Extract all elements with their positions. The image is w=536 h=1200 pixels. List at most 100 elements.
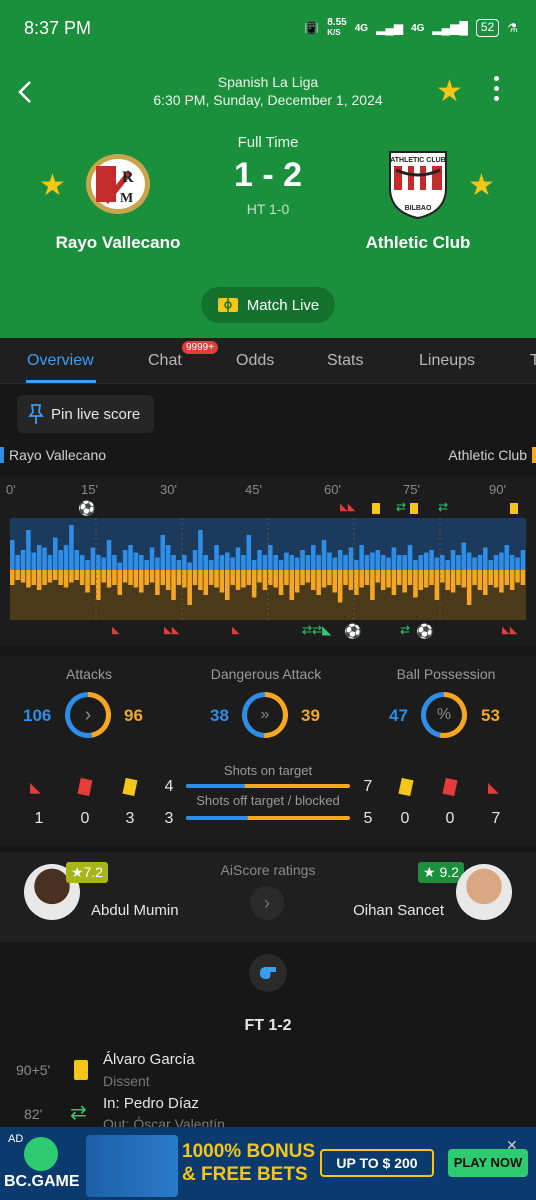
minute-45: 45' <box>245 482 262 497</box>
ratings-panel[interactable]: AiScore ratings ★7.2 Abdul Mumin › Oihan… <box>0 852 536 942</box>
away-player-rating: ★ 9.2 <box>418 862 464 883</box>
ad-close-icon[interactable]: ✕ <box>506 1137 518 1154</box>
tab-bar: Overview Chat 9999+ Odds Stats Lineups T <box>0 338 536 384</box>
away-momentum-bar <box>155 570 160 595</box>
tab-lineups[interactable]: Lineups <box>419 352 475 370</box>
tab-overview[interactable]: Overview <box>27 352 94 370</box>
away-favorite-star-icon[interactable]: ★ <box>468 168 495 203</box>
home-momentum-bar <box>332 557 338 570</box>
away-momentum-bar <box>429 570 434 585</box>
percent-icon: % <box>426 697 462 733</box>
pitch-icon <box>217 298 238 312</box>
home-momentum-bar <box>316 555 321 570</box>
tab-more[interactable]: T <box>530 352 536 370</box>
event-player[interactable]: Álvaro García <box>103 1051 195 1068</box>
home-momentum-bar <box>53 537 58 570</box>
corner-flag-icon: ◣ <box>112 625 120 636</box>
away-team-name[interactable]: Athletic Club <box>318 233 518 253</box>
away-momentum-bar <box>284 570 289 585</box>
home-momentum-bar <box>225 552 230 570</box>
home-momentum-bar <box>515 557 520 570</box>
home-momentum-bar <box>370 552 375 570</box>
ad-banner[interactable]: AD BC.GAME 1000% BONUS & FREE BETS UP TO… <box>0 1127 536 1200</box>
away-momentum-bar <box>268 570 273 585</box>
chat-count-badge: 9999+ <box>182 341 219 354</box>
away-momentum-bar <box>31 570 37 585</box>
battery-indicator: 52 <box>475 19 500 37</box>
athletic-club-crest-icon: ATHLETIC CLUB BILBAO <box>389 151 447 220</box>
home-momentum-bar <box>504 545 510 570</box>
chevron-right-icon: › <box>70 697 106 733</box>
home-momentum-bar <box>171 555 176 570</box>
away-momentum-bar <box>101 570 106 583</box>
goal-ball-icon: ⚽ <box>344 623 362 639</box>
tab-stats[interactable]: Stats <box>327 352 363 370</box>
home-momentum-bar <box>397 555 402 570</box>
home-momentum-bar <box>477 555 483 570</box>
away-momentum-bar <box>96 570 101 600</box>
possession-away: 53 <box>481 706 500 725</box>
shots-on-home-fill <box>186 784 246 788</box>
away-momentum-bar <box>187 570 192 605</box>
substitution-icon: ⇄ <box>400 623 411 637</box>
away-momentum-bar <box>445 570 450 590</box>
shots-off-bar <box>186 816 350 820</box>
home-momentum-bar <box>440 555 445 570</box>
away-momentum-bar <box>354 570 359 595</box>
signal-icon-2: ▂▄▆█ <box>432 21 468 35</box>
yellow-card-icon <box>510 503 518 514</box>
yellow-card-icon <box>410 503 418 514</box>
away-momentum-bar <box>423 570 429 588</box>
away-corner-icon: ◣ <box>488 779 499 795</box>
dangerous-ring: » <box>242 692 288 738</box>
home-momentum-bar <box>289 555 295 570</box>
favorite-star-icon[interactable]: ★ <box>436 74 463 109</box>
away-momentum-bar <box>397 570 402 585</box>
away-momentum-bar <box>402 570 407 593</box>
home-momentum-bar <box>42 547 47 570</box>
home-team-name[interactable]: Rayo Vallecano <box>18 233 218 253</box>
home-momentum-bar <box>235 547 241 570</box>
away-momentum-bar <box>364 570 370 585</box>
home-momentum-bar <box>85 560 90 570</box>
corner-flag-icon: ◣◣ <box>340 502 356 513</box>
status-bar: 8:37 PM 📳 8.55 K/S 4G ▂▄▆ 4G ▂▄▆█ 52 ⚗ <box>0 0 536 60</box>
yellow-card-icon <box>372 503 380 514</box>
substitution-icon: ⇄⇄◣ <box>302 623 332 637</box>
home-momentum-bar <box>20 550 26 570</box>
ratings-chevron-icon[interactable]: › <box>250 886 284 920</box>
home-momentum-bar <box>300 550 305 570</box>
match-live-button[interactable]: Match Live <box>201 287 335 323</box>
away-momentum-bar <box>488 570 493 585</box>
away-momentum-bar <box>122 570 128 583</box>
away-momentum-bar <box>26 570 31 588</box>
ad-brand: BC.GAME <box>4 1173 80 1190</box>
tab-chat[interactable]: Chat <box>148 352 182 370</box>
more-options-icon[interactable] <box>494 76 500 101</box>
away-momentum-bar <box>208 570 214 585</box>
events-list: FT 1-2 90+5' Álvaro García Dissent 82' ⇄… <box>0 942 536 1132</box>
away-momentum-bar <box>380 570 386 590</box>
attacks-home: 106 <box>23 706 52 725</box>
home-momentum-bar <box>327 552 332 570</box>
substitution-icon: ⇄ <box>438 500 449 514</box>
away-momentum-bar <box>144 570 149 585</box>
home-shots-off: 3 <box>164 810 174 827</box>
away-momentum-bar <box>499 570 504 593</box>
home-momentum-bar <box>182 555 187 570</box>
away-momentum-bar <box>472 570 477 585</box>
event-player[interactable]: In: Pedro Díaz <box>103 1095 199 1112</box>
away-momentum-bar <box>106 570 112 588</box>
home-momentum-bar <box>418 555 424 570</box>
home-momentum-bar <box>176 560 182 570</box>
minute-30: 30' <box>160 482 177 497</box>
away-red-count: 0 <box>445 810 455 827</box>
home-player-rating: ★7.2 <box>66 862 109 883</box>
shots-on-label: Shots on target <box>223 763 313 778</box>
home-momentum-bar <box>112 555 117 570</box>
pin-live-score-button[interactable]: Pin live score <box>17 395 154 433</box>
away-momentum-bar <box>36 570 42 590</box>
tab-odds[interactable]: Odds <box>236 352 274 370</box>
home-momentum-bar <box>402 555 407 570</box>
home-momentum-bar <box>509 555 515 570</box>
